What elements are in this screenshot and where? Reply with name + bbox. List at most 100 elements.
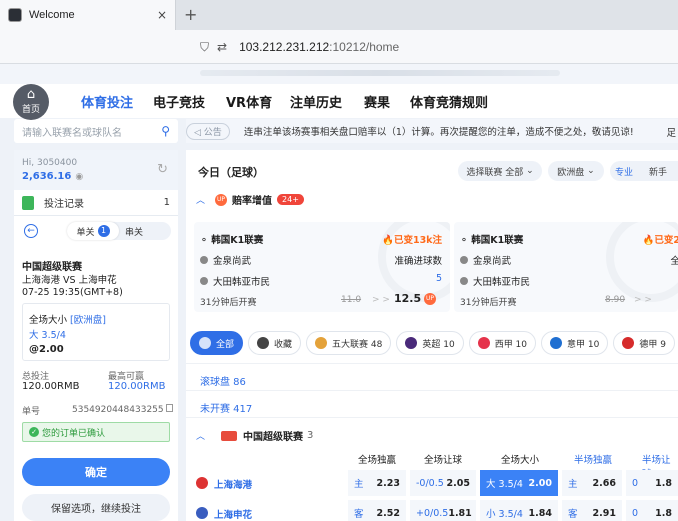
epl-icon xyxy=(405,337,418,349)
nav-sports[interactable]: 体育投注 xyxy=(81,92,133,111)
tab-parlay[interactable]: 串关 xyxy=(125,225,143,238)
new-tab-icon[interactable]: + xyxy=(184,5,197,24)
account-panel: Hi, 3050400 2,636.16 ◉ ↻ xyxy=(14,150,178,190)
nav-results[interactable]: 赛果 xyxy=(364,92,390,111)
bet-slip: ← 单关 1 串关 中国超级联赛 上海海港 VS 上海申花 07-25 19:35… xyxy=(14,216,178,521)
boost-label: 赔率增值 xyxy=(232,196,273,207)
odds-cell[interactable]: 客 2.52 xyxy=(348,500,406,521)
filter-laliga[interactable]: 西甲 10 xyxy=(468,331,537,355)
tab-single[interactable]: 单关 1 xyxy=(67,222,119,240)
card-away-team: 大田韩亚市民 xyxy=(460,274,530,288)
filter-epl[interactable]: 英超 10 xyxy=(396,331,464,355)
mode-newbie-toggle[interactable]: 新手 xyxy=(638,161,678,181)
odds-format-select[interactable]: 欧洲盘 ⌄ xyxy=(548,161,604,181)
bet-pick: 大 3.5/4 xyxy=(29,330,66,341)
odds-cell[interactable]: 0 1.8 xyxy=(626,470,678,496)
boost-card[interactable]: ⚬ 韩国K1联赛 🔥已变2 金泉尚武 大田韩亚市民 全 31分钟后开赛 8.90… xyxy=(454,222,678,312)
laliga-icon xyxy=(477,337,490,349)
card-league: ⚬ 韩国K1联赛 xyxy=(460,235,524,246)
card-selection: 5 xyxy=(435,273,442,284)
search-input[interactable]: 请输入联赛名或球队名 ⚲ xyxy=(14,119,178,143)
favicon-icon xyxy=(8,8,22,22)
browser-tab[interactable]: Welcome × xyxy=(0,0,176,30)
check-icon: ✓ xyxy=(29,427,39,437)
odds-cell[interactable]: +0/0.5 1.81 xyxy=(410,500,476,521)
records-count: 1 xyxy=(163,197,170,208)
col-header-ft-1x2: 全场独赢 xyxy=(358,455,397,466)
notice-text: 连串注单该场赛事相关盘口赔率以（1）计算。再次提醒您的注单，造成不便之处，敬请见… xyxy=(243,127,634,138)
url-text: 103.212.231.212:10212/home xyxy=(239,40,400,54)
filter-all[interactable]: 全部 xyxy=(190,331,244,355)
tab-title: Welcome xyxy=(29,9,75,21)
upcoming-link[interactable]: 未开赛 417 xyxy=(200,400,252,415)
chevron-up-icon[interactable]: ︿ xyxy=(196,429,205,442)
search-icon[interactable]: ⚲ xyxy=(161,124,170,138)
account-greeting: Hi, 3050400 xyxy=(22,158,78,168)
filter-seriea[interactable]: 意甲 10 xyxy=(541,331,609,355)
site-banner xyxy=(0,64,678,84)
card-bet-count: 🔥已变2 xyxy=(642,235,678,246)
boost-icon: UP xyxy=(215,193,228,206)
close-icon[interactable]: × xyxy=(157,8,167,22)
table-row: 上海申花 客 2.52 +0/0.5 1.81 小 3.5/4 1.84 客 2.91 … xyxy=(186,500,678,521)
copy-icon[interactable] xyxy=(165,404,173,412)
confirm-button[interactable]: 确定 xyxy=(22,458,170,486)
page-title: 今日（足球） xyxy=(198,166,264,179)
boost-card[interactable]: ⚬ 韩国K1联赛 🔥已变13k注 金泉尚武 大田韩亚市民 准确进球数 5 31分… xyxy=(194,222,450,312)
odds-cell[interactable]: 0 1.8 xyxy=(626,500,678,521)
inplay-link[interactable]: 滚球盘 86 xyxy=(200,373,246,388)
chevron-up-icon[interactable]: ︿ xyxy=(196,193,205,206)
records-icon xyxy=(22,195,34,210)
filter-favorites[interactable]: 收藏 xyxy=(248,331,302,355)
odds-cell[interactable]: 小 3.5/4 1.84 xyxy=(480,500,558,521)
refresh-icon[interactable]: ↻ xyxy=(157,162,168,177)
league-header[interactable]: ︿ 中国超级联赛 3 xyxy=(196,428,313,443)
nav-rules[interactable]: 体育竞猜规则 xyxy=(410,92,488,111)
boost-count-badge: 24+ xyxy=(277,194,304,205)
arrow-icon: > > xyxy=(634,295,652,305)
url-field[interactable]: ⛉ ⇄ 103.212.231.212:10212/home xyxy=(200,35,678,59)
team-logo xyxy=(196,507,208,519)
odds-cell[interactable]: 主 2.66 xyxy=(562,470,622,496)
browser-tabbar: Welcome × + xyxy=(0,0,678,30)
up-icon: UP xyxy=(424,293,436,305)
odds-cell[interactable]: 客 2.91 xyxy=(562,500,622,521)
team-logo xyxy=(196,477,208,489)
stake-value: 120.00RMB xyxy=(22,381,80,392)
site-info-icon[interactable]: ⛉ xyxy=(200,40,209,55)
search-placeholder: 请输入联赛名或球队名 xyxy=(22,127,122,139)
nav-esports[interactable]: 电子竞技 xyxy=(153,92,205,111)
confirmed-badge: ✓ 您的订单已确认 xyxy=(22,422,170,442)
bet-records-link[interactable]: 投注记录 1 xyxy=(14,190,178,216)
back-icon[interactable]: ← xyxy=(24,224,38,238)
max-win-value: 120.00RMB xyxy=(108,381,166,392)
filter-bundesliga[interactable]: 德甲 9 xyxy=(613,331,675,355)
nav-vr-sports[interactable]: VR体育 xyxy=(226,92,272,111)
nav-bet-history[interactable]: 注单历史 xyxy=(290,92,342,111)
filter-top5[interactable]: 五大联赛 48 xyxy=(306,331,392,355)
card-new-odds[interactable]: 12.5 xyxy=(394,292,421,305)
card-old-odds: 8.90 xyxy=(605,295,626,305)
ticket-value: 5354920448433255 xyxy=(72,404,173,415)
tune-icon[interactable]: ⇄ xyxy=(217,40,227,54)
account-balance: 2,636.16 ◉ xyxy=(22,171,84,182)
grid-icon xyxy=(199,337,211,349)
home-label: 首页 xyxy=(21,105,40,115)
trophy-icon xyxy=(315,337,328,349)
odds-cell[interactable]: -0/0.5 2.05 xyxy=(410,470,476,496)
slip-selection: 全场大小 [欧洲盘] 大 3.5/4 @2.00 xyxy=(22,303,170,361)
league-select[interactable]: 选择联赛 全部 ⌄ xyxy=(458,161,542,181)
card-league: ⚬ 韩国K1联赛 xyxy=(200,235,264,246)
card-home-team: 金泉尚武 xyxy=(460,253,511,267)
mode-pro-toggle[interactable]: 专业 xyxy=(610,161,638,181)
main-panel: 今日（足球） 选择联赛 全部 ⌄ 欧洲盘 ⌄ 专业 新手 ︿ UP 赔率增值 2… xyxy=(186,150,678,521)
home-button[interactable]: ⌂ 首页 xyxy=(13,84,49,120)
card-start-time: 31分钟后开赛 xyxy=(460,298,517,308)
odds-boost-header[interactable]: ︿ UP 赔率增值 24+ xyxy=(196,192,304,207)
odds-cell-selected[interactable]: 大 3.5/4 2.00 xyxy=(480,470,558,496)
odds-cell[interactable]: 主 2.23 xyxy=(348,470,406,496)
eye-icon[interactable]: ◉ xyxy=(75,172,83,182)
star-icon xyxy=(257,337,270,349)
card-away-team: 大田韩亚市民 xyxy=(200,274,270,288)
keep-selection-button[interactable]: 保留选项，继续投注 xyxy=(22,494,170,521)
